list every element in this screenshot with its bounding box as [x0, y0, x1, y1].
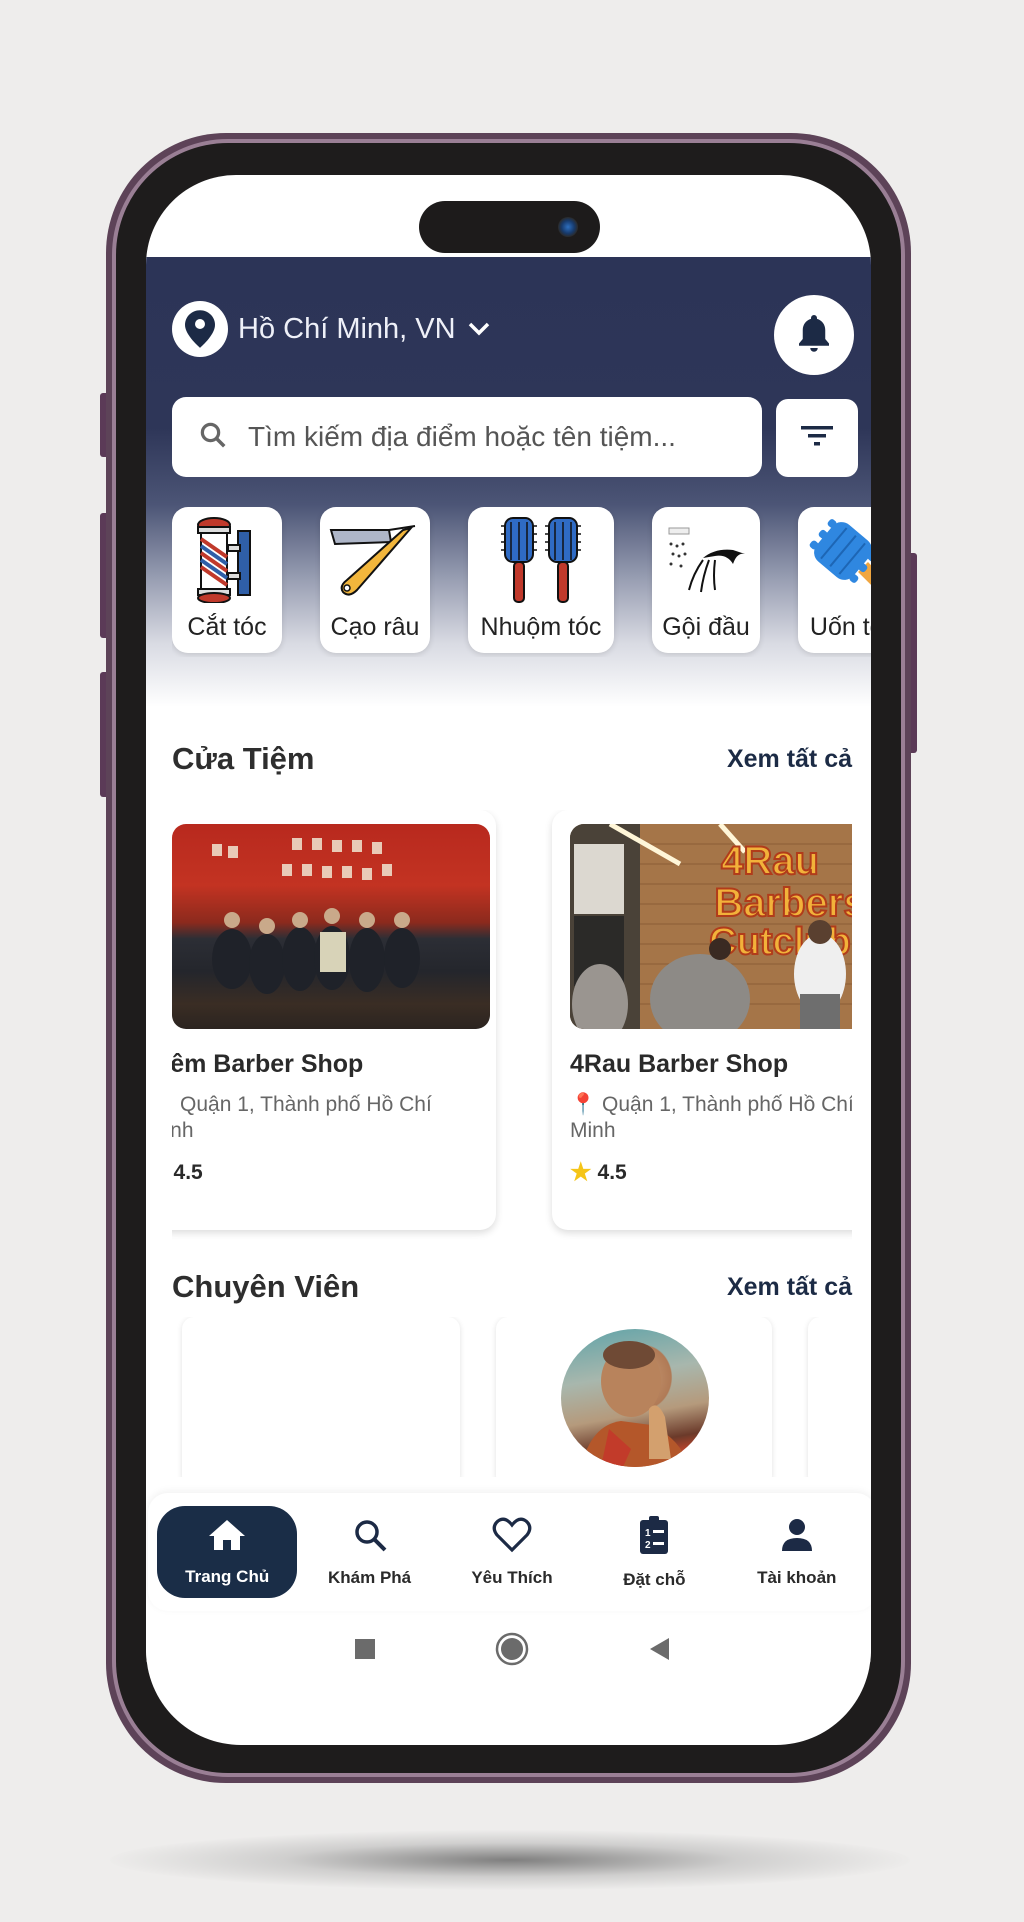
location-selector[interactable]: Hồ Chí Minh, VN	[172, 301, 490, 357]
rating-value: 4.5	[173, 1160, 203, 1184]
notification-button[interactable]	[774, 295, 854, 375]
specialist-avatar	[561, 1329, 709, 1467]
nav-label: Đặt chỗ	[623, 1569, 686, 1589]
shop-rating: ★ 4.5	[172, 1158, 203, 1187]
specialists-section-header: Chuyên Viên Xem tất cả	[172, 1269, 852, 1305]
hair-brushes-icon	[491, 513, 591, 607]
category-item[interactable]: Cắt tóc	[172, 507, 282, 653]
specialist-card[interactable]	[182, 1317, 460, 1477]
location-label: Hồ Chí Minh, VN	[238, 312, 456, 345]
shop-photo: 4Rau Barbers Cutclub	[570, 824, 852, 1029]
filter-icon	[799, 423, 835, 454]
nav-label: Khám Phá	[328, 1567, 412, 1587]
phone-screen: Hồ Chí Minh, VN Tìm kiếm địa điểm hoặc t…	[146, 175, 871, 1745]
user-icon	[779, 1517, 815, 1558]
dynamic-island	[419, 201, 600, 253]
bottom-navigation: Trang Chủ Khám Phá Yêu Thích 1 2 Đặt chỗ…	[148, 1493, 871, 1611]
map-pin-icon	[172, 301, 228, 357]
svg-text:1: 1	[645, 1528, 651, 1539]
category-item[interactable]: Cạo râu	[320, 507, 430, 653]
nav-label: Tài khoản	[757, 1567, 837, 1587]
nav-favorites[interactable]: Yêu Thích	[442, 1506, 582, 1598]
shop-rating: ★ 4.5	[570, 1158, 627, 1187]
nav-explore[interactable]: Khám Phá	[300, 1506, 440, 1598]
svg-text:2: 2	[645, 1540, 651, 1551]
search-placeholder: Tìm kiếm địa điểm hoặc tên tiệm...	[248, 421, 676, 452]
search-icon	[198, 420, 228, 455]
back-button[interactable]	[647, 1636, 671, 1667]
hair-wash-icon	[663, 513, 749, 607]
nav-label: Trang Chủ	[185, 1566, 270, 1586]
bell-icon	[796, 313, 832, 358]
see-all-specialists-link[interactable]: Xem tất cả	[727, 1273, 852, 1302]
red-pin-icon: 📍	[570, 1093, 597, 1116]
shop-name: Liêm Barber Shop	[172, 1050, 364, 1078]
nav-home[interactable]: Trang Chủ	[157, 1506, 298, 1598]
category-label: Nhuộm tóc	[480, 613, 602, 641]
header: Hồ Chí Minh, VN Tìm kiếm địa điểm hoặc t…	[146, 257, 871, 707]
shop-list: Liêm Barber Shop 📍 Quận 1, Thành phố Hồ …	[172, 810, 852, 1240]
shop-address-text: Quận 1, Thành phố Hồ Chí Minh	[570, 1093, 852, 1142]
barber-pole-icon	[192, 513, 262, 607]
category-label: Cắt tóc	[187, 613, 267, 641]
category-item[interactable]: Uốn tóc	[798, 507, 871, 653]
chevron-down-icon	[468, 322, 490, 336]
section-title: Cửa Tiệm	[172, 741, 315, 776]
shop-photo	[172, 824, 490, 1029]
razor-icon	[327, 513, 423, 607]
shop-address: 📍 Quận 1, Thành phố Hồ Chí Minh	[172, 1092, 468, 1144]
shops-section-header: Cửa Tiệm Xem tất cả	[172, 741, 852, 777]
phone-frame: Hồ Chí Minh, VN Tìm kiếm địa điểm hoặc t…	[106, 133, 911, 1783]
home-button[interactable]	[495, 1632, 529, 1671]
specialist-card[interactable]	[808, 1317, 871, 1477]
nav-label: Yêu Thích	[471, 1567, 553, 1587]
clipboard-list-icon: 12	[638, 1515, 670, 1560]
see-all-shops-link[interactable]: Xem tất cả	[727, 745, 852, 774]
shop-address-text: Quận 1, Thành phố Hồ Chí Minh	[172, 1093, 432, 1142]
category-label: Uốn tóc	[809, 613, 871, 641]
search-icon	[352, 1517, 388, 1558]
category-item[interactable]: Nhuộm tóc	[468, 507, 614, 653]
app-home-screen: Hồ Chí Minh, VN Tìm kiếm địa điểm hoặc t…	[146, 257, 871, 1665]
mockup-stage: Hồ Chí Minh, VN Tìm kiếm địa điểm hoặc t…	[0, 0, 1024, 1922]
home-icon	[207, 1518, 247, 1557]
phone-shadow	[110, 1830, 910, 1890]
search-input[interactable]: Tìm kiếm địa điểm hoặc tên tiệm...	[172, 397, 762, 477]
category-label: Gội đầu	[662, 613, 750, 641]
curler-icon	[805, 513, 871, 607]
shop-name: 4Rau Barber Shop	[570, 1050, 789, 1078]
filter-button[interactable]	[776, 399, 858, 477]
specialist-list	[172, 1317, 871, 1477]
section-title: Chuyên Viên	[172, 1269, 360, 1304]
red-pin-icon: 📍	[172, 1093, 174, 1116]
category-list: Cắt tóc Cạo râu Nhuộm tóc Gội đầu Uốn t	[172, 507, 871, 657]
star-icon: ★	[570, 1159, 592, 1186]
rating-value: 4.5	[597, 1160, 627, 1184]
category-item[interactable]: Gội đầu	[652, 507, 760, 653]
heart-icon	[492, 1517, 532, 1558]
camera-icon	[558, 217, 578, 237]
specialist-card[interactable]	[496, 1317, 772, 1477]
svg-text:Barbers: Barbers	[714, 881, 852, 925]
recent-apps-button[interactable]	[353, 1637, 377, 1666]
nav-bookings[interactable]: 12 Đặt chỗ	[584, 1506, 724, 1598]
svg-text:4Rau: 4Rau	[721, 839, 819, 883]
shop-address: 📍 Quận 1, Thành phố Hồ Chí Minh	[570, 1092, 852, 1144]
system-navigation-bar	[146, 1621, 871, 1681]
nav-account[interactable]: Tài khoản	[727, 1506, 867, 1598]
shop-card[interactable]: Liêm Barber Shop 📍 Quận 1, Thành phố Hồ …	[172, 810, 496, 1230]
shop-card[interactable]: 4Rau Barbers Cutclub 4Rau Barber Shop 📍 …	[552, 810, 852, 1230]
category-label: Cạo râu	[330, 613, 420, 641]
